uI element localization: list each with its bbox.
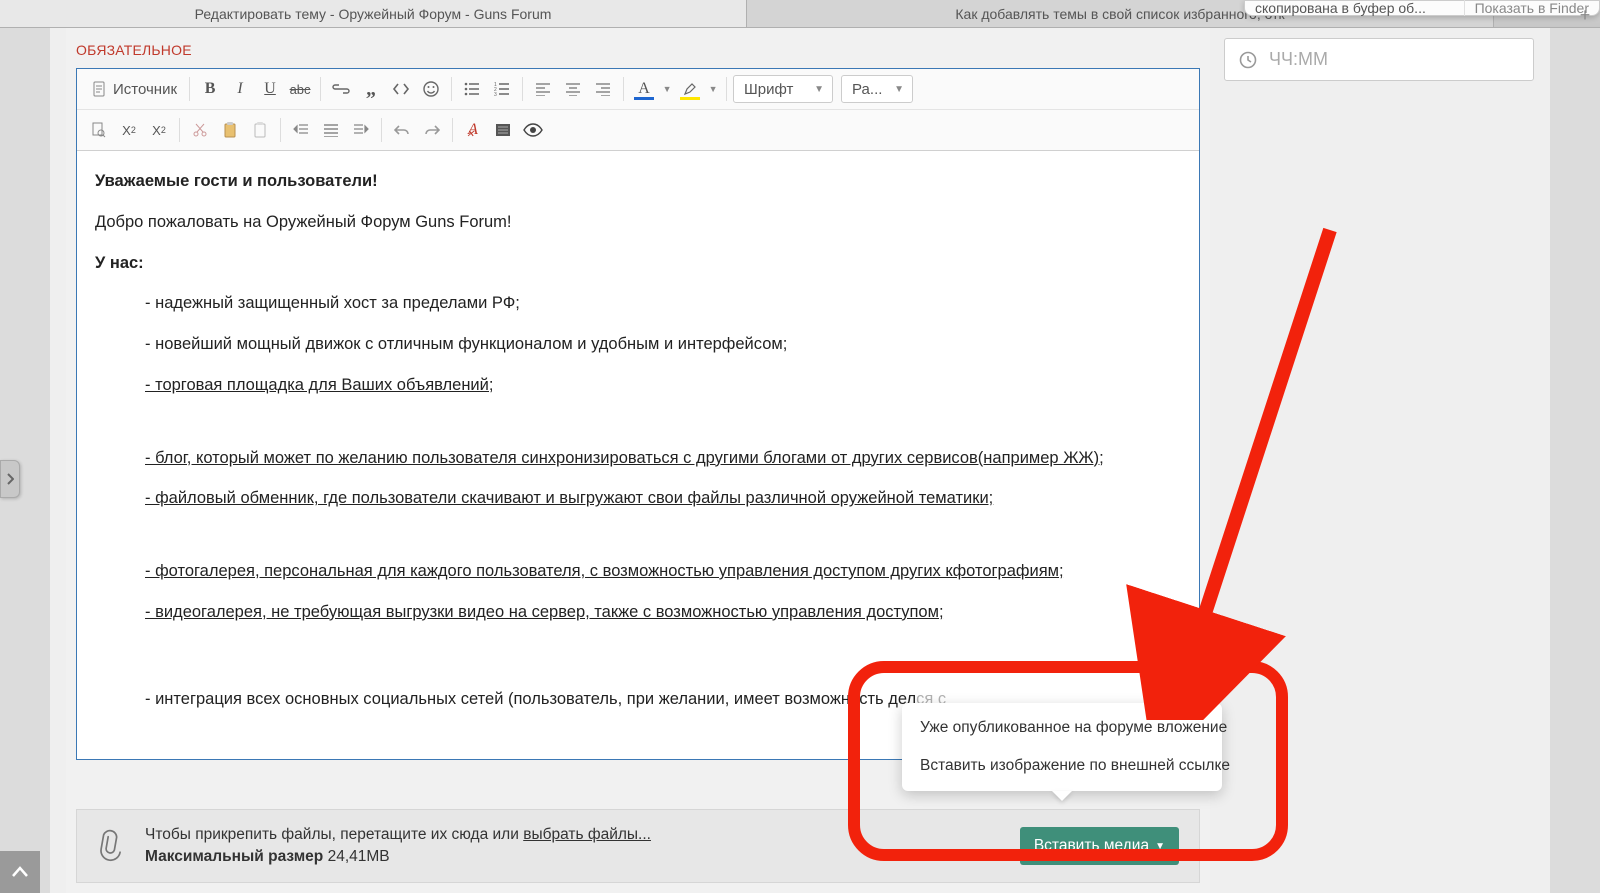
paste-plain-button[interactable]	[246, 116, 274, 144]
content-welcome: Добро пожаловать на Оружейный Форум Guns…	[95, 210, 1181, 235]
redo-icon	[424, 123, 440, 137]
strike-button[interactable]: abc	[286, 75, 314, 103]
new-tab-button[interactable]: +	[1574, 4, 1596, 26]
marker-icon	[682, 81, 698, 97]
undo-icon	[394, 123, 410, 137]
maxsize-value: 24,41MB	[328, 848, 390, 865]
insert-media-label: Вставить медиа	[1034, 837, 1149, 855]
mac-notification-action[interactable]: Показать в Finder	[1464, 0, 1589, 16]
clock-icon	[1239, 51, 1257, 69]
code-button[interactable]	[387, 75, 415, 103]
content-line-6: - фотогалерея, персональная для каждого …	[145, 559, 1181, 584]
indent-right-icon	[353, 123, 369, 137]
source-button[interactable]: Источник	[85, 75, 183, 103]
numbered-list-button[interactable]: 123	[488, 75, 516, 103]
required-label: ОБЯЗАТЕЛЬНОЕ	[66, 28, 1210, 68]
document-icon	[91, 81, 107, 97]
cut-button[interactable]	[186, 116, 214, 144]
content-wehave: У нас:	[95, 254, 144, 272]
list-number-icon: 123	[494, 82, 510, 96]
indent-icon	[323, 123, 339, 137]
sidebar: ЧЧ:ММ	[1224, 38, 1534, 81]
bulleted-list-button[interactable]	[458, 75, 486, 103]
search-in-doc-icon	[91, 122, 107, 138]
align-center-icon	[565, 82, 581, 96]
link-icon	[332, 84, 350, 94]
content-line-3: - торговая площадка для Ваших объявлений…	[145, 373, 1181, 398]
highlight-caret[interactable]: ▼	[706, 75, 720, 103]
menu-item-existing-attachment[interactable]: Уже опубликованное на форуме вложение	[902, 709, 1222, 747]
undo-button[interactable]	[388, 116, 416, 144]
content-line-1: - надежный защищенный хост за пределами …	[145, 291, 1181, 316]
rich-text-editor: Источник B I U abc „	[76, 68, 1200, 760]
highlight-button[interactable]	[676, 75, 704, 103]
size-combo-label: Ра...	[852, 81, 882, 98]
mac-notification-text: скопирована в буфер об...	[1255, 0, 1464, 16]
page-frame: ОБЯЗАТЕЛЬНОЕ Источник B I U abc	[50, 28, 1550, 893]
tab-active[interactable]: Редактировать тему - Оружейный Форум - G…	[0, 0, 747, 27]
align-center-button[interactable]	[559, 75, 587, 103]
align-left-icon	[535, 82, 551, 96]
font-combo-label: Шрифт	[744, 81, 793, 98]
smile-icon	[422, 80, 440, 98]
scroll-to-top-button[interactable]	[0, 851, 40, 893]
emoji-button[interactable]	[417, 75, 445, 103]
remove-format-button[interactable]: A✕	[459, 116, 487, 144]
outdent-button[interactable]	[287, 116, 315, 144]
source-button-label: Источник	[113, 81, 177, 98]
content-greeting: Уважаемые гости и пользователи!	[95, 172, 378, 190]
scissors-icon	[193, 122, 207, 138]
content-line-2: - новейший мощный движок с отличным функ…	[145, 332, 1181, 357]
list-bullet-icon	[464, 82, 480, 96]
menu-item-external-image[interactable]: Вставить изображение по внешней ссылке	[902, 747, 1222, 785]
preview-button[interactable]	[519, 116, 547, 144]
choose-files-link[interactable]: выбрать файлы...	[523, 826, 651, 843]
eye-icon	[523, 123, 543, 137]
content-line-7: - видеогалерея, не требующая выгрузки ви…	[145, 600, 1181, 625]
editor-content[interactable]: Уважаемые гости и пользователи! Добро по…	[77, 151, 1199, 759]
attachment-hint: Чтобы прикрепить файлы, перетащите их сю…	[145, 824, 651, 869]
attachment-bar: Чтобы прикрепить файлы, перетащите их сю…	[76, 809, 1200, 883]
clipboard-icon	[223, 122, 237, 138]
clipboard-plain-icon	[253, 122, 267, 138]
underline-button[interactable]: U	[256, 75, 284, 103]
maxsize-label: Максимальный размер	[145, 848, 323, 865]
text-color-button[interactable]: A	[630, 75, 658, 103]
size-combo[interactable]: Ра...▼	[841, 75, 913, 103]
block-icon	[495, 123, 511, 137]
align-right-icon	[595, 82, 611, 96]
svg-text:3: 3	[494, 92, 497, 96]
superscript-button[interactable]: X2	[145, 116, 173, 144]
quote-button[interactable]: „	[357, 75, 385, 103]
outdent-icon	[293, 123, 309, 137]
find-button[interactable]	[85, 116, 113, 144]
time-placeholder: ЧЧ:ММ	[1269, 49, 1328, 70]
bold-button[interactable]: B	[196, 75, 224, 103]
text-color-caret[interactable]: ▼	[660, 75, 674, 103]
mac-notification: скопирована в буфер об... Показать в Fin…	[1244, 0, 1600, 16]
paperclip-icon	[90, 825, 131, 867]
link-button[interactable]	[327, 75, 355, 103]
chevron-down-icon: ▼	[1155, 841, 1165, 852]
content-line-4: - блог, который может по желанию пользов…	[145, 446, 1181, 471]
insert-media-menu: Уже опубликованное на форуме вложение Вс…	[902, 703, 1222, 791]
redo-button[interactable]	[418, 116, 446, 144]
font-combo[interactable]: Шрифт▼	[733, 75, 833, 103]
insert-media-button[interactable]: Вставить медиа ▼	[1020, 827, 1179, 865]
indent-right-button[interactable]	[347, 116, 375, 144]
paste-button[interactable]	[216, 116, 244, 144]
time-input[interactable]: ЧЧ:ММ	[1224, 38, 1534, 81]
editor-toolbar: Источник B I U abc „	[77, 69, 1199, 151]
left-drawer-handle[interactable]	[0, 460, 20, 498]
content-line-5: - файловый обменник, где пользователи ск…	[145, 486, 1181, 511]
insert-block-button[interactable]	[489, 116, 517, 144]
subscript-button[interactable]: X2	[115, 116, 143, 144]
italic-button[interactable]: I	[226, 75, 254, 103]
align-right-button[interactable]	[589, 75, 617, 103]
indent-button[interactable]	[317, 116, 345, 144]
code-icon	[392, 82, 410, 96]
align-left-button[interactable]	[529, 75, 557, 103]
